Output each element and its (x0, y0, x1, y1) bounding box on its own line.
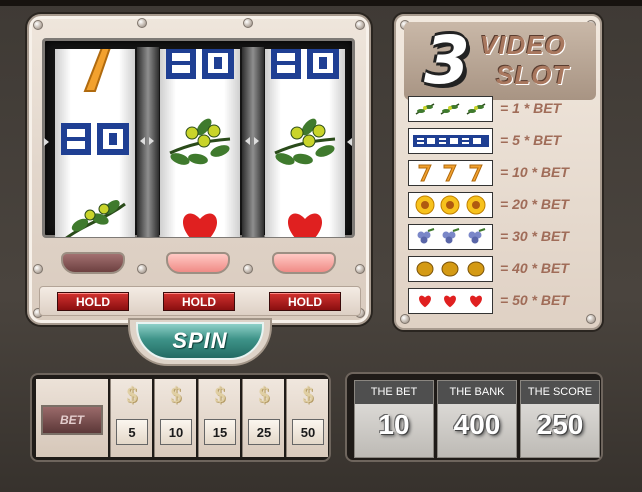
bet-display-label: THE BET (355, 381, 433, 404)
olive-branch-icon (265, 109, 345, 175)
reel-window (42, 38, 355, 238)
hold-button-3[interactable]: HOLD (269, 292, 341, 311)
paytable-row-seven: = 10 * BET (408, 160, 594, 186)
dollar-stack-icon (265, 49, 345, 85)
dollar-icon: $ (170, 382, 182, 407)
dollar-icon: $ (302, 382, 314, 407)
payout-text: = 20 * BET (500, 196, 569, 212)
payout-text: = 5 * BET (500, 132, 562, 148)
bet-chip-15[interactable]: $ 15 (198, 379, 240, 457)
reel-divider (242, 47, 264, 237)
lemon-icon (408, 256, 493, 282)
dollar-stack-icon (55, 113, 135, 165)
olive-branch-icon (408, 96, 493, 122)
bank-display-value: 400 (453, 409, 501, 440)
bet-chip-10[interactable]: $ 10 (154, 379, 196, 457)
arrow-right-icon (254, 137, 259, 145)
score-display: THE SCORE 250 (520, 380, 600, 458)
dollar-icon: $ (258, 382, 270, 407)
reel-divider (137, 47, 159, 237)
screw-icon (33, 264, 43, 274)
paytable-row-dollar: = 5 * BET (408, 128, 594, 154)
score-display-value: 250 (536, 409, 584, 440)
reel-2 (160, 49, 240, 237)
sunflower-icon (408, 192, 493, 218)
spin-button[interactable]: SPIN (136, 322, 264, 360)
logo-line-1: VIDEO (480, 30, 566, 60)
olive-branch-icon (55, 189, 135, 237)
arrow-right-icon (149, 137, 154, 145)
paytable: 3 VIDEO SLOT = 1 * BET = 5 * BET = 10 * … (394, 14, 602, 330)
screw-icon (243, 264, 253, 274)
paytable-row-lemon: = 40 * BET (408, 256, 594, 282)
reel-1-lamp (61, 252, 125, 274)
paytable-row-heart: = 50 * BET (408, 288, 594, 314)
screw-icon (137, 18, 147, 28)
arrow-left-icon (347, 138, 352, 146)
seven-icon (408, 160, 493, 186)
dollar-icon: $ (214, 382, 226, 407)
screw-icon (355, 264, 365, 274)
chip-value: 15 (204, 419, 236, 445)
arrow-left-icon (245, 137, 250, 145)
bet-label: BET (41, 405, 103, 435)
payout-text: = 10 * BET (500, 164, 569, 180)
bet-display-value: 10 (378, 409, 410, 440)
dollar-stack-icon (408, 128, 493, 154)
heart-icon (160, 209, 240, 237)
bet-chip-25[interactable]: $ 25 (242, 379, 284, 457)
seven-icon (55, 49, 135, 93)
grapes-icon (408, 224, 493, 250)
reel-3-lamp (272, 252, 336, 274)
payout-text: = 50 * BET (500, 292, 569, 308)
reel-2-lamp (166, 252, 230, 274)
screw-icon (400, 314, 410, 324)
screw-icon (33, 20, 43, 30)
heart-icon (408, 288, 493, 314)
heart-icon (265, 209, 345, 237)
reel-3 (265, 49, 345, 237)
bet-display: THE BET 10 (354, 380, 434, 458)
screw-icon (355, 20, 365, 30)
payout-text: = 30 * BET (500, 228, 569, 244)
reel-cabinet: HOLD HOLD HOLD (27, 14, 371, 325)
paytable-row-grapes: = 30 * BET (408, 224, 594, 250)
dollar-icon: $ (126, 382, 138, 407)
screw-icon (137, 264, 147, 274)
hold-button-1[interactable]: HOLD (57, 292, 129, 311)
top-edge (0, 0, 642, 6)
chip-value: 50 (292, 419, 324, 445)
bet-chip-50[interactable]: $ 50 (286, 379, 328, 457)
hold-button-2[interactable]: HOLD (163, 292, 235, 311)
paytable-row-olive: = 1 * BET (408, 96, 594, 122)
bank-display-label: THE BANK (438, 381, 516, 404)
bet-chip-5[interactable]: $ 5 (110, 379, 152, 457)
payout-text: = 40 * BET (500, 260, 569, 276)
logo-line-2: SLOT (496, 60, 570, 90)
screw-icon (243, 18, 253, 28)
paytable-row-sunflower: = 20 * BET (408, 192, 594, 218)
arrow-right-icon (44, 138, 49, 146)
dollar-stack-icon (160, 49, 240, 85)
screw-icon (586, 314, 596, 324)
chip-value: 10 (160, 419, 192, 445)
bank-display: THE BANK 400 (437, 380, 517, 458)
logo-number: 3 (424, 22, 470, 99)
payout-text: = 1 * BET (500, 100, 562, 116)
chip-value: 25 (248, 419, 280, 445)
olive-branch-icon (160, 109, 240, 175)
score-display-label: THE SCORE (521, 381, 599, 404)
game-logo: 3 VIDEO SLOT (404, 22, 596, 100)
reel-1 (55, 49, 135, 237)
chip-value: 5 (116, 419, 148, 445)
slot-machine-app: HOLD HOLD HOLD SPIN 3 VIDEO SLOT = 1 * B… (0, 0, 642, 492)
arrow-left-icon (140, 137, 145, 145)
